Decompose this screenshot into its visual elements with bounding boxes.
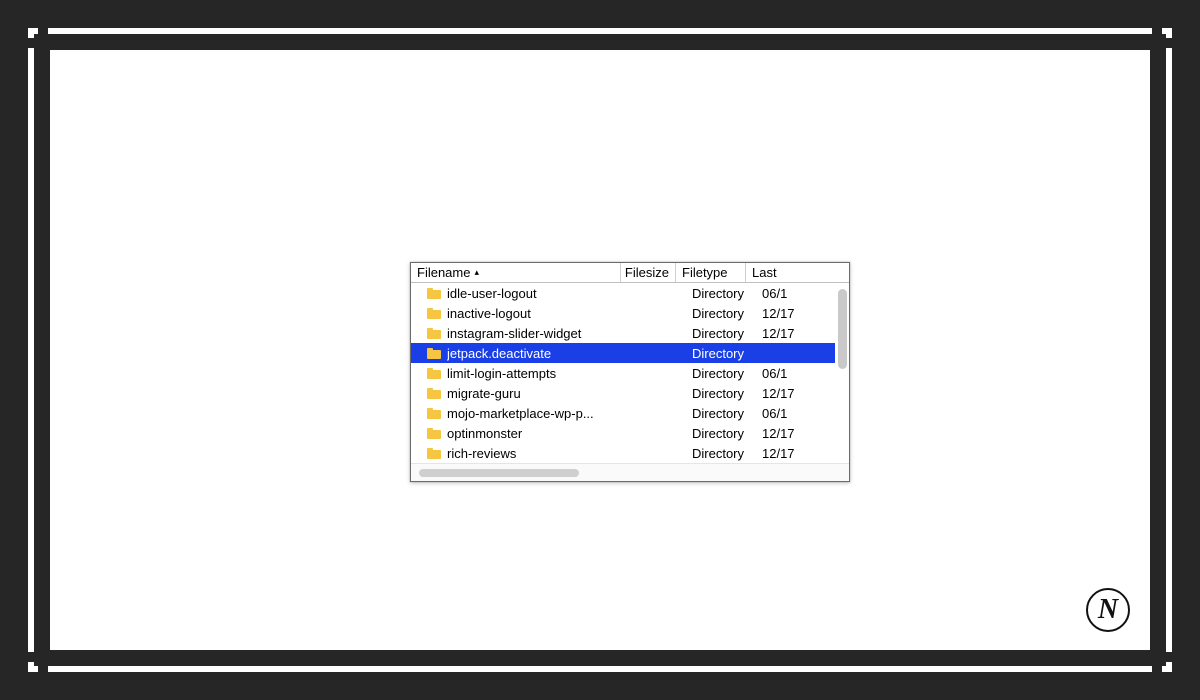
file-row[interactable]: migrate-guru Directory12/17 bbox=[411, 383, 835, 403]
file-row[interactable]: mojo-marketplace-wp-p... Directory06/1 bbox=[411, 403, 835, 423]
column-header-filename-label: Filename bbox=[417, 265, 470, 280]
folder-icon bbox=[427, 388, 441, 399]
file-name: optinmonster bbox=[447, 426, 637, 441]
file-last-modified: 06/1 bbox=[762, 286, 831, 301]
file-name: limit-login-attempts bbox=[447, 366, 637, 381]
file-type: Directory bbox=[692, 346, 762, 361]
column-header-filetype[interactable]: Filetype bbox=[676, 263, 746, 282]
file-name: jetpack.deactivate bbox=[447, 346, 637, 361]
file-last-modified: 12/17 bbox=[762, 326, 831, 341]
file-name: mojo-marketplace-wp-p... bbox=[447, 406, 637, 421]
file-name: rich-reviews bbox=[447, 446, 637, 461]
file-name: migrate-guru bbox=[447, 386, 637, 401]
brand-logo-letter: N bbox=[1098, 594, 1118, 626]
frame-line-top bbox=[28, 28, 1172, 34]
file-type: Directory bbox=[692, 286, 762, 301]
frame-line-right bbox=[1166, 28, 1172, 672]
file-type: Directory bbox=[692, 306, 762, 321]
file-type: Directory bbox=[692, 386, 762, 401]
horizontal-scrollbar-thumb[interactable] bbox=[419, 469, 579, 477]
folder-icon bbox=[427, 408, 441, 419]
folder-icon bbox=[427, 308, 441, 319]
file-list-window: Filename ▴ Filesize Filetype Last idle-u… bbox=[410, 262, 850, 482]
file-last-modified: 12/17 bbox=[762, 306, 831, 321]
file-name: idle-user-logout bbox=[447, 286, 637, 301]
file-last-modified: 12/17 bbox=[762, 446, 831, 461]
column-header-last-label: Last bbox=[752, 265, 777, 280]
file-last-modified: 06/1 bbox=[762, 366, 831, 381]
file-type: Directory bbox=[692, 406, 762, 421]
folder-icon bbox=[427, 348, 441, 359]
file-type: Directory bbox=[692, 446, 762, 461]
column-header-last-modified[interactable]: Last bbox=[746, 263, 849, 282]
file-row[interactable]: jetpack.deactivate Directory bbox=[411, 343, 835, 363]
file-list-header: Filename ▴ Filesize Filetype Last bbox=[411, 263, 849, 283]
file-last-modified: 06/1 bbox=[762, 406, 831, 421]
file-name: inactive-logout bbox=[447, 306, 637, 321]
column-header-filesize[interactable]: Filesize bbox=[621, 263, 676, 282]
frame-line-left bbox=[28, 28, 34, 672]
file-type: Directory bbox=[692, 426, 762, 441]
file-last-modified: 12/17 bbox=[762, 386, 831, 401]
content-panel: Filename ▴ Filesize Filetype Last idle-u… bbox=[50, 50, 1150, 650]
file-row[interactable]: rich-reviews Directory12/17 bbox=[411, 443, 835, 463]
file-row[interactable]: optinmonster Directory12/17 bbox=[411, 423, 835, 443]
sort-ascending-icon: ▴ bbox=[474, 268, 479, 277]
file-name: instagram-slider-widget bbox=[447, 326, 637, 341]
folder-icon bbox=[427, 428, 441, 439]
column-header-filesize-label: Filesize bbox=[625, 265, 669, 280]
file-row[interactable]: instagram-slider-widget Directory12/17 bbox=[411, 323, 835, 343]
file-last-modified: 12/17 bbox=[762, 426, 831, 441]
file-row[interactable]: idle-user-logout Directory06/1 bbox=[411, 283, 835, 303]
frame-line-bottom bbox=[28, 666, 1172, 672]
file-type: Directory bbox=[692, 366, 762, 381]
file-row[interactable]: inactive-logout Directory12/17 bbox=[411, 303, 835, 323]
file-row[interactable]: limit-login-attempts Directory06/1 bbox=[411, 363, 835, 383]
vertical-scrollbar-thumb[interactable] bbox=[838, 289, 847, 369]
file-type: Directory bbox=[692, 326, 762, 341]
vertical-scrollbar[interactable] bbox=[838, 285, 847, 461]
folder-icon bbox=[427, 368, 441, 379]
brand-logo: N bbox=[1086, 588, 1130, 632]
folder-icon bbox=[427, 328, 441, 339]
folder-icon bbox=[427, 448, 441, 459]
folder-icon bbox=[427, 288, 441, 299]
file-list-body: idle-user-logoutDirectory06/1inactive-lo… bbox=[411, 283, 849, 463]
horizontal-scrollbar[interactable] bbox=[411, 463, 849, 481]
column-header-filename[interactable]: Filename ▴ bbox=[411, 263, 621, 282]
column-header-filetype-label: Filetype bbox=[682, 265, 728, 280]
